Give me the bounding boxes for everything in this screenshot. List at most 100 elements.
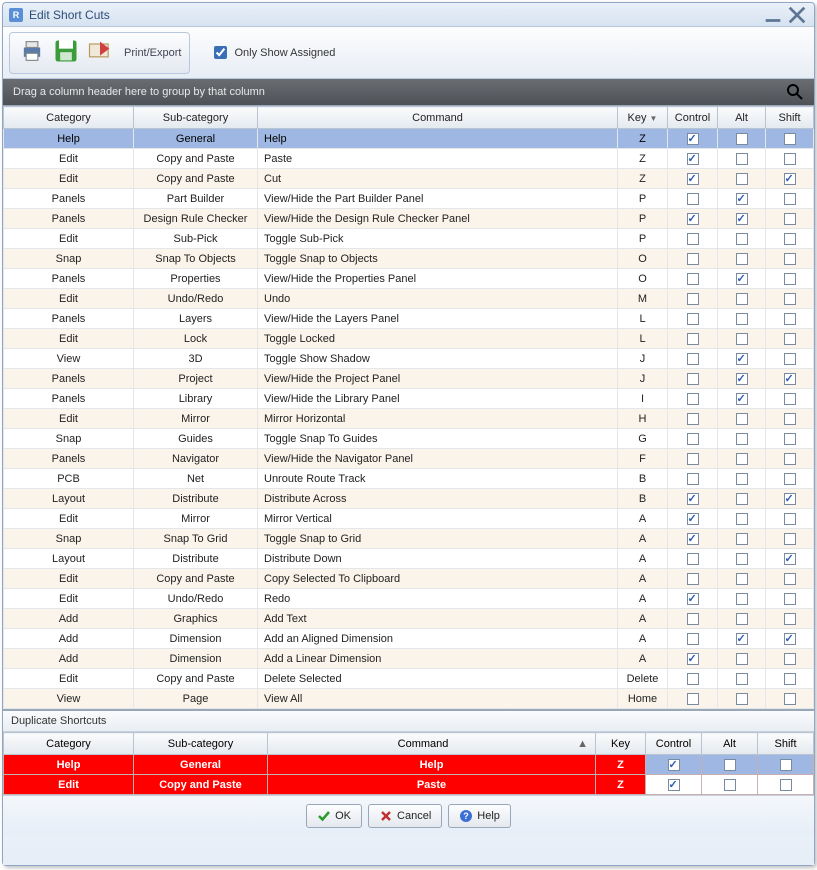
cell-shift[interactable] (766, 189, 814, 209)
cell-key[interactable]: B (618, 469, 668, 489)
cell-alt[interactable] (718, 129, 766, 149)
table-row[interactable]: EditMirrorMirror HorizontalH (4, 409, 814, 429)
checkbox-icon[interactable] (736, 133, 748, 145)
cell-alt[interactable] (718, 429, 766, 449)
cell-key[interactable]: G (618, 429, 668, 449)
checkbox-icon[interactable] (784, 513, 796, 525)
cell-control[interactable] (668, 309, 718, 329)
checkbox-icon[interactable] (687, 473, 699, 485)
col-key[interactable]: Key▼ (618, 107, 668, 129)
cell-sub-category[interactable]: Page (134, 689, 258, 709)
cell-alt[interactable] (718, 189, 766, 209)
dup-cell-key[interactable]: Z (596, 755, 646, 775)
table-row[interactable]: AddGraphicsAdd TextA (4, 609, 814, 629)
col-alt[interactable]: Alt (718, 107, 766, 129)
cell-sub-category[interactable]: Snap To Grid (134, 529, 258, 549)
checkbox-icon[interactable] (687, 453, 699, 465)
cell-control[interactable] (668, 589, 718, 609)
checkbox-icon[interactable] (784, 233, 796, 245)
cell-command[interactable]: Add a Linear Dimension (258, 649, 618, 669)
cell-command[interactable]: Cut (258, 169, 618, 189)
checkbox-icon[interactable] (687, 553, 699, 565)
col-control[interactable]: Control (668, 107, 718, 129)
table-row[interactable]: View3DToggle Show ShadowJ (4, 349, 814, 369)
cell-category[interactable]: Panels (4, 449, 134, 469)
cell-sub-category[interactable]: Dimension (134, 629, 258, 649)
table-row[interactable]: EditCopy and PasteCutZ (4, 169, 814, 189)
table-row[interactable]: EditCopy and PastePasteZ (4, 149, 814, 169)
cell-shift[interactable] (766, 569, 814, 589)
cell-category[interactable]: Snap (4, 249, 134, 269)
cell-category[interactable]: Snap (4, 429, 134, 449)
cell-control[interactable] (668, 629, 718, 649)
checkbox-icon[interactable] (736, 593, 748, 605)
cell-key[interactable]: L (618, 329, 668, 349)
cell-category[interactable]: Panels (4, 189, 134, 209)
cell-key[interactable]: A (618, 549, 668, 569)
table-row[interactable]: SnapSnap To GridToggle Snap to GridA (4, 529, 814, 549)
checkbox-icon[interactable] (784, 153, 796, 165)
cell-command[interactable]: Unroute Route Track (258, 469, 618, 489)
cell-control[interactable] (668, 229, 718, 249)
checkbox-icon[interactable] (736, 653, 748, 665)
cell-alt[interactable] (718, 369, 766, 389)
cell-shift[interactable] (766, 389, 814, 409)
checkbox-icon[interactable] (784, 373, 796, 385)
checkbox-icon[interactable] (668, 759, 680, 771)
cell-command[interactable]: Mirror Vertical (258, 509, 618, 529)
checkbox-icon[interactable] (687, 213, 699, 225)
cell-control[interactable] (668, 169, 718, 189)
cell-sub-category[interactable]: Guides (134, 429, 258, 449)
cell-category[interactable]: Panels (4, 369, 134, 389)
checkbox-icon[interactable] (687, 513, 699, 525)
cell-sub-category[interactable]: Graphics (134, 609, 258, 629)
dup-col-shift[interactable]: Shift (758, 733, 814, 755)
cell-shift[interactable] (766, 469, 814, 489)
dup-cell-command[interactable]: Help (268, 755, 596, 775)
dup-cell-category[interactable]: Edit (4, 775, 134, 795)
checkbox-icon[interactable] (736, 673, 748, 685)
cell-sub-category[interactable]: Copy and Paste (134, 569, 258, 589)
cell-sub-category[interactable]: Dimension (134, 649, 258, 669)
cell-command[interactable]: View/Hide the Part Builder Panel (258, 189, 618, 209)
cell-alt[interactable] (718, 309, 766, 329)
cell-category[interactable]: PCB (4, 469, 134, 489)
checkbox-icon[interactable] (687, 253, 699, 265)
cell-alt[interactable] (718, 569, 766, 589)
cell-shift[interactable] (766, 429, 814, 449)
cell-control[interactable] (668, 669, 718, 689)
cell-alt[interactable] (718, 649, 766, 669)
cell-shift[interactable] (766, 289, 814, 309)
table-row[interactable]: EditSub-PickToggle Sub-PickP (4, 229, 814, 249)
only-show-assigned-input[interactable] (214, 46, 227, 59)
cell-key[interactable]: A (618, 589, 668, 609)
cell-sub-category[interactable]: Properties (134, 269, 258, 289)
dup-col-command[interactable]: Command ▲ (268, 733, 596, 755)
close-button[interactable] (786, 7, 808, 23)
cell-command[interactable]: Paste (258, 149, 618, 169)
cell-shift[interactable] (766, 209, 814, 229)
cell-control[interactable] (668, 369, 718, 389)
cell-control[interactable] (668, 569, 718, 589)
cell-sub-category[interactable]: 3D (134, 349, 258, 369)
cell-shift[interactable] (766, 129, 814, 149)
cell-category[interactable]: Edit (4, 589, 134, 609)
checkbox-icon[interactable] (687, 153, 699, 165)
table-row[interactable]: EditCopy and PasteDelete SelectedDelete (4, 669, 814, 689)
checkbox-icon[interactable] (736, 213, 748, 225)
checkbox-icon[interactable] (736, 413, 748, 425)
cell-category[interactable]: Edit (4, 329, 134, 349)
checkbox-icon[interactable] (736, 393, 748, 405)
checkbox-icon[interactable] (687, 193, 699, 205)
col-command[interactable]: Command (258, 107, 618, 129)
checkbox-icon[interactable] (736, 573, 748, 585)
cell-command[interactable]: Delete Selected (258, 669, 618, 689)
checkbox-icon[interactable] (736, 153, 748, 165)
cell-alt[interactable] (718, 209, 766, 229)
checkbox-icon[interactable] (780, 759, 792, 771)
cell-category[interactable]: View (4, 349, 134, 369)
cell-category[interactable]: Add (4, 629, 134, 649)
cell-shift[interactable] (766, 149, 814, 169)
checkbox-icon[interactable] (687, 273, 699, 285)
checkbox-icon[interactable] (784, 173, 796, 185)
